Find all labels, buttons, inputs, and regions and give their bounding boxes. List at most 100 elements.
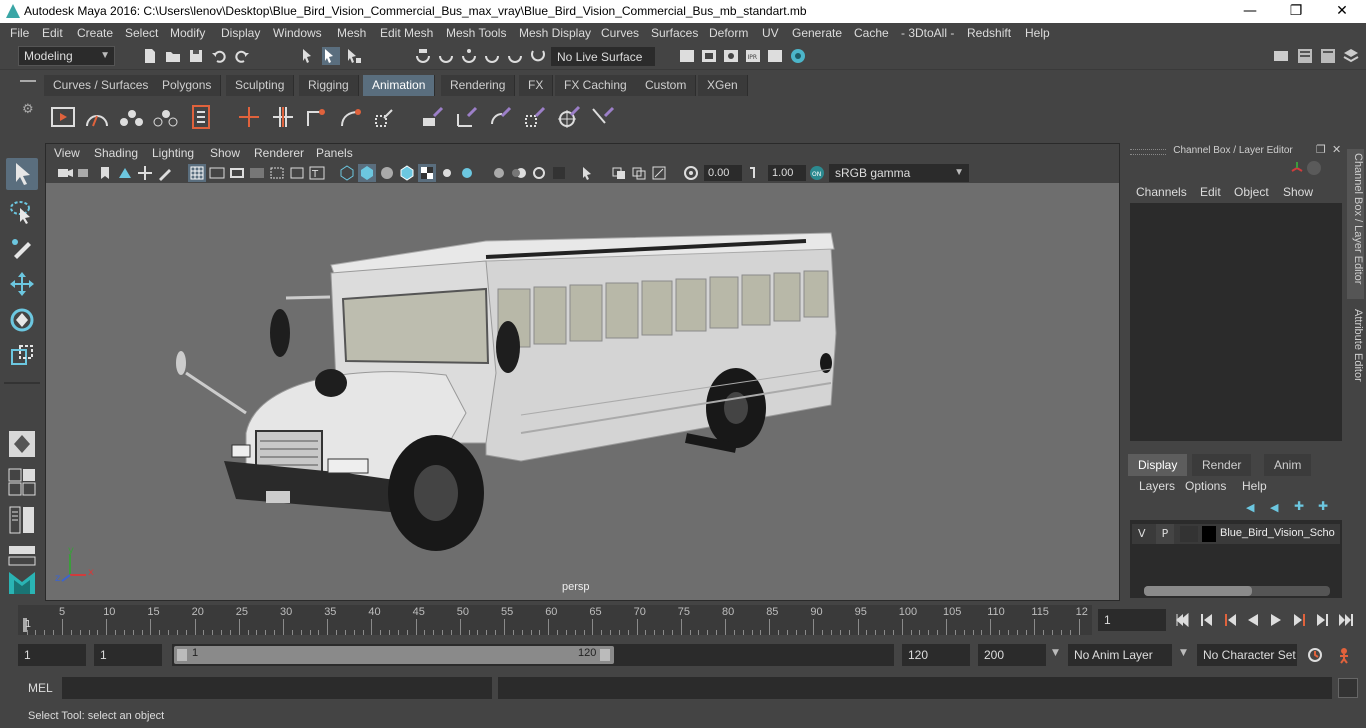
new-scene-icon[interactable] [141, 47, 159, 65]
tab-sculpting[interactable]: Sculpting [226, 75, 295, 96]
aim-constraint-icon[interactable] [556, 104, 582, 130]
perspective-viewport[interactable]: y x z persp [46, 183, 1119, 600]
layer-visibility-toggle[interactable]: V [1138, 527, 1146, 540]
layer-playback-toggle[interactable]: P [1156, 524, 1174, 544]
menu-select[interactable]: Select [125, 26, 158, 40]
outliner-layout-icon[interactable] [6, 504, 38, 536]
menu-mesh-tools[interactable]: Mesh Tools [446, 26, 506, 40]
shelf-settings-icon[interactable]: ⚙ [22, 102, 34, 117]
tab-custom[interactable]: Custom [636, 75, 697, 96]
xray-active-components-icon[interactable] [630, 164, 648, 182]
scale-tool-icon[interactable] [6, 340, 38, 372]
screen-space-ao-icon[interactable] [490, 164, 508, 182]
range-start-handle[interactable] [177, 649, 187, 661]
viewport-menu-lighting[interactable]: Lighting [152, 146, 194, 160]
snap-to-view-plane-icon[interactable] [483, 47, 501, 65]
anim-layer-dropdown[interactable]: No Anim Layer [1068, 644, 1172, 666]
render-settings-icon[interactable] [766, 47, 784, 65]
breakdown-key-icon[interactable] [270, 104, 296, 130]
shelf-menu-icon[interactable] [20, 80, 36, 82]
mode-selector[interactable]: Modeling ▼ [18, 46, 115, 66]
pole-vector-constraint-icon[interactable] [590, 104, 616, 130]
go-to-start-icon[interactable] [1174, 611, 1192, 629]
use-all-lights-icon[interactable] [438, 164, 456, 182]
step-back-icon[interactable] [1198, 611, 1216, 629]
tab-display-layers[interactable]: Display [1128, 454, 1188, 476]
snap-to-grid-icon[interactable] [414, 47, 432, 65]
step-back-key-icon[interactable] [1222, 611, 1240, 629]
gamma-icon[interactable] [746, 164, 764, 182]
gamma-field[interactable]: 1.00 [768, 165, 806, 181]
layer-type-toggle[interactable] [1180, 526, 1198, 542]
viewport-menu-renderer[interactable]: Renderer [254, 146, 304, 160]
new-layer-icon[interactable]: ✚ [1294, 499, 1304, 513]
viewport-menu-shading[interactable]: Shading [94, 146, 138, 160]
playback-start-field[interactable]: 1 [94, 644, 162, 666]
playblast-icon[interactable] [50, 104, 76, 130]
range-bar[interactable]: 1 120 [174, 646, 614, 664]
minimize-button[interactable]: — [1227, 0, 1273, 23]
view-transform-dropdown[interactable]: sRGB gamma ▼ [829, 164, 969, 182]
menu-help[interactable]: Help [1025, 26, 1050, 40]
layer-color-swatch[interactable] [1202, 526, 1216, 542]
menu-surfaces[interactable]: Surfaces [651, 26, 698, 40]
tab-animation[interactable]: Animation [363, 75, 436, 96]
rotate-tool-icon[interactable] [6, 304, 38, 336]
xray-joints-icon[interactable] [650, 164, 668, 182]
motion-trail-icon[interactable] [84, 104, 110, 130]
tab-curves-surfaces[interactable]: Curves / Surfaces [44, 75, 159, 96]
menu-generate[interactable]: Generate [792, 26, 842, 40]
layer-name[interactable]: Blue_Bird_Vision_Scho [1220, 527, 1340, 539]
menu-deform[interactable]: Deform [709, 26, 748, 40]
menu-modify[interactable]: Modify [170, 26, 205, 40]
camera-attributes-icon[interactable] [76, 164, 94, 182]
image-plane-icon[interactable] [116, 164, 134, 182]
menu-windows[interactable]: Windows [273, 26, 322, 40]
viewport-menu-show[interactable]: Show [210, 146, 240, 160]
move-layer-down-icon[interactable]: ◀ [1270, 501, 1278, 514]
make-live-icon[interactable] [506, 47, 524, 65]
history-icon[interactable] [678, 47, 696, 65]
edit-menu[interactable]: Edit [1200, 185, 1221, 199]
layers-menu[interactable]: Layers [1139, 479, 1175, 493]
chevron-down-icon[interactable]: ▼ [1180, 648, 1187, 658]
character-set-dropdown[interactable]: No Character Set [1197, 644, 1297, 666]
tab-fx[interactable]: FX [519, 75, 554, 96]
new-layer-from-selection-icon[interactable]: ✚ [1318, 499, 1328, 513]
exposure-field[interactable]: 0.00 [704, 165, 742, 181]
tab-anim-layers[interactable]: Anim [1264, 454, 1312, 476]
menu-mesh[interactable]: Mesh [337, 26, 366, 40]
depth-of-field-icon[interactable] [550, 164, 568, 182]
snap-to-curve-icon[interactable] [437, 47, 455, 65]
menu-display[interactable]: Display [221, 26, 260, 40]
redo-icon[interactable] [233, 47, 251, 65]
close-panel-icon[interactable]: ✕ [1332, 143, 1341, 156]
ik-handle-icon[interactable] [304, 104, 330, 130]
restore-button[interactable]: ❐ [1273, 0, 1319, 23]
menu-mesh-display[interactable]: Mesh Display [519, 26, 591, 40]
layer-row[interactable]: V P Blue_Bird_Vision_Scho [1132, 524, 1340, 544]
scrollbar-thumb[interactable] [1144, 586, 1252, 596]
help-menu[interactable]: Help [1242, 479, 1267, 493]
menu-curves[interactable]: Curves [601, 26, 639, 40]
auto-key-icon[interactable] [1306, 646, 1324, 664]
viewport-menu-view[interactable]: View [54, 146, 80, 160]
render-frame-icon[interactable] [700, 47, 718, 65]
snap-to-point-icon[interactable] [460, 47, 478, 65]
side-tab-channel-box[interactable]: Channel Box / Layer Editor [1347, 149, 1364, 299]
exposure-icon[interactable] [682, 164, 700, 182]
animation-preferences-icon[interactable] [1336, 646, 1354, 664]
film-gate-icon[interactable] [208, 164, 226, 182]
range-bar-track[interactable]: 1 120 [172, 644, 894, 666]
unghost-icon[interactable] [152, 104, 178, 130]
field-chart-icon[interactable] [268, 164, 286, 182]
playback-end-field[interactable]: 120 [902, 644, 970, 666]
command-input[interactable] [62, 677, 492, 699]
menu-edit-mesh[interactable]: Edit Mesh [380, 26, 433, 40]
anti-aliasing-icon[interactable] [530, 164, 548, 182]
ipr-render-icon[interactable]: IPR [744, 47, 762, 65]
move-layer-up-icon[interactable]: ◀ [1246, 501, 1254, 514]
menu-uv[interactable]: UV [762, 26, 779, 40]
render-view-icon[interactable] [722, 47, 740, 65]
script-language-toggle[interactable]: MEL [28, 681, 53, 695]
